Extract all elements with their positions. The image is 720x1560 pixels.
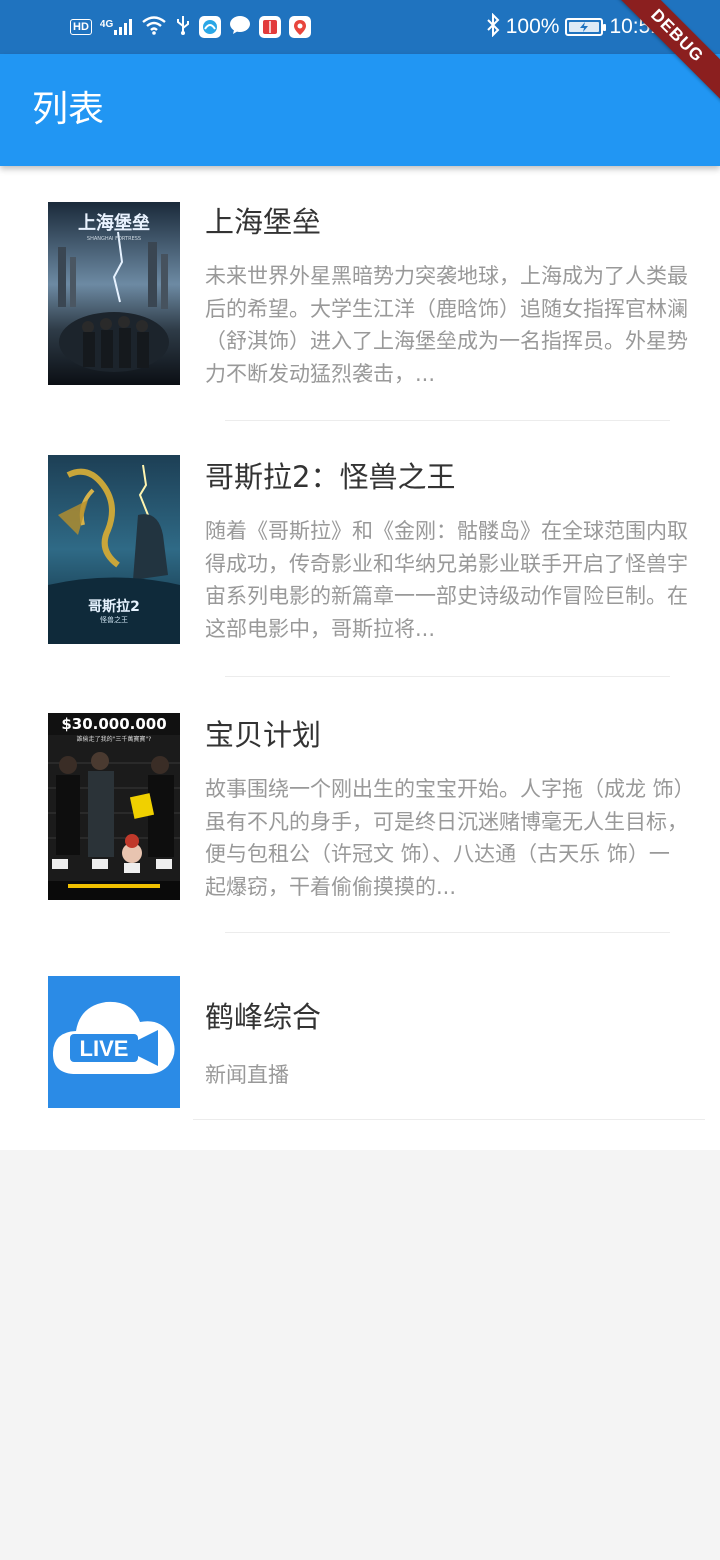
live-icon: LIVE xyxy=(48,976,180,1108)
poster-title-text: $30.000.000 xyxy=(61,715,166,733)
movie-list: 上海堡垒 SHANGHAI FORTRESS 上海堡垒 未来世界外星黑暗势力突袭… xyxy=(0,166,720,1150)
item-description: 随着《哥斯拉》和《金刚：骷髅岛》在全球范围内取得成功，传奇影业和华纳兄弟影业联手… xyxy=(205,519,688,641)
map-app-icon xyxy=(289,16,312,38)
poster-image: 哥斯拉2 怪兽之王 xyxy=(48,455,180,644)
battery-icon xyxy=(565,18,607,36)
list-item[interactable]: $30.000.000 誰偷走了我的"三千萬寶寶"? 宝贝计划 故事围绕一个刚出… xyxy=(0,678,720,936)
live-label: LIVE xyxy=(80,1036,129,1061)
chat-icon xyxy=(229,15,251,39)
book-app-icon xyxy=(259,16,282,38)
poster-image: 上海堡垒 SHANGHAI FORTRESS xyxy=(48,202,180,385)
poster-title-text: 哥斯拉2 xyxy=(88,598,140,615)
status-left: HD 4G xyxy=(70,0,312,54)
signal-icon: 4G xyxy=(100,17,133,37)
item-title: 哥斯拉2：怪兽之王 xyxy=(205,460,456,494)
divider xyxy=(193,1119,705,1120)
item-title: 上海堡垒 xyxy=(205,205,322,239)
list-item[interactable]: 上海堡垒 SHANGHAI FORTRESS 上海堡垒 未来世界外星黑暗势力突袭… xyxy=(0,166,720,422)
battery-percent: 100% xyxy=(505,15,560,38)
poster-subtitle-text: 誰偷走了我的"三千萬寶寶"? xyxy=(77,735,152,743)
app-notification-icon xyxy=(199,16,222,38)
item-title: 宝贝计划 xyxy=(205,718,322,752)
page-title: 列表 xyxy=(32,89,105,130)
item-description: 新闻直播 xyxy=(205,1063,289,1087)
usb-icon xyxy=(175,14,191,40)
item-title: 鹤峰综合 xyxy=(205,1000,322,1034)
poster-subtitle-text: SHANGHAI FORTRESS xyxy=(87,236,141,242)
list-item[interactable]: LIVE 鹤峰综合 新闻直播 xyxy=(0,936,720,1150)
app-screen: HD 4G 100% 10:51 DEBUG 列表 上海堡垒 SHANGHAI … xyxy=(0,0,720,1560)
poster-subtitle-text: 怪兽之王 xyxy=(100,615,128,624)
item-description: 故事围绕一个刚出生的宝宝开始。人字拖（成龙 饰）虽有不凡的身手，可是终日沉迷赌博… xyxy=(205,777,688,899)
divider xyxy=(225,420,670,421)
hd-indicator: HD xyxy=(70,19,92,35)
network-type: 4G xyxy=(99,19,114,30)
poster-image: $30.000.000 誰偷走了我的"三千萬寶寶"? xyxy=(48,713,180,900)
bluetooth-icon xyxy=(486,12,500,41)
list-item[interactable]: 哥斯拉2 怪兽之王 哥斯拉2：怪兽之王 随着《哥斯拉》和《金刚：骷髅岛》在全球范… xyxy=(0,422,720,678)
app-bar: 列表 xyxy=(0,54,720,166)
poster-title-text: 上海堡垒 xyxy=(78,212,150,234)
item-description: 未来世界外星黑暗势力突袭地球，上海成为了人类最后的希望。大学生江洋（鹿晗饰）追随… xyxy=(205,264,688,386)
wifi-icon xyxy=(141,14,167,40)
divider xyxy=(225,676,670,677)
divider xyxy=(225,932,670,933)
status-bar: HD 4G 100% 10:51 xyxy=(0,0,720,54)
